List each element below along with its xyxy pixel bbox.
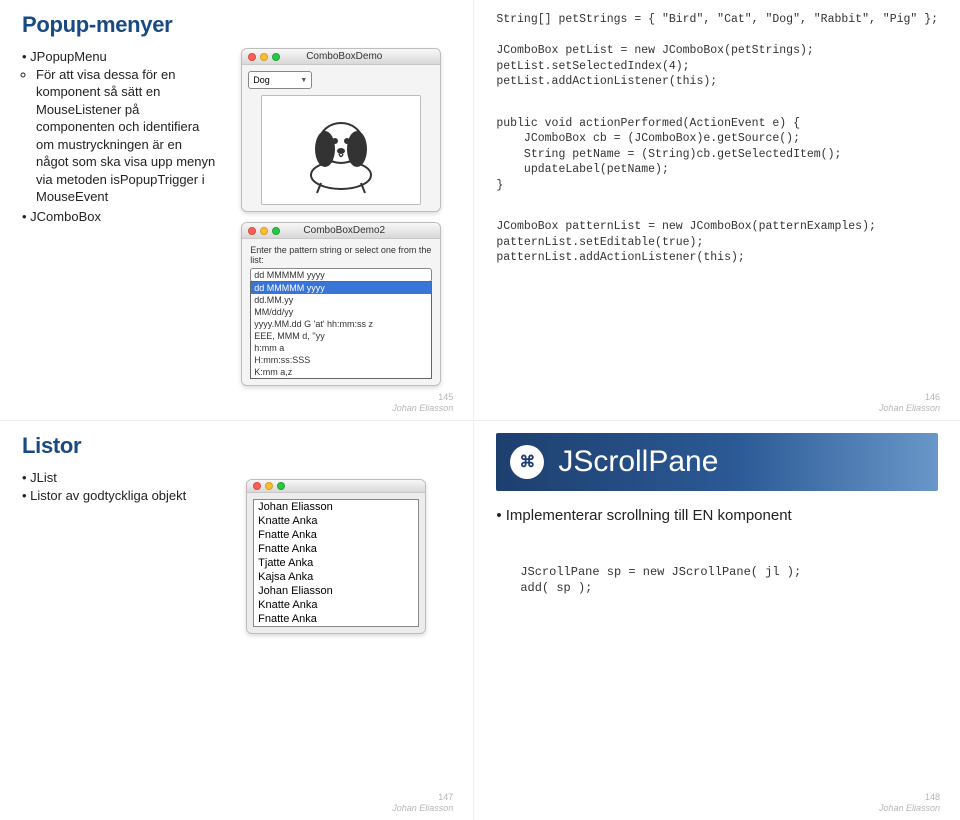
bullet: Implementerar scrollning till EN kompone… xyxy=(496,507,938,524)
pet-image xyxy=(261,95,421,205)
code-block-3: JComboBox patternList = new JComboBox(pa… xyxy=(496,219,938,266)
list-item[interactable]: Knatte Anka xyxy=(254,598,418,612)
dropdown-option[interactable]: dd.MM.yy xyxy=(251,294,431,306)
code-block-2: public void actionPerformed(ActionEvent … xyxy=(496,116,938,194)
slide-title: JScrollPane xyxy=(558,445,718,479)
zoom-icon[interactable] xyxy=(277,482,285,490)
list-item[interactable]: Kajsa Anka xyxy=(254,570,418,584)
slide-footer: 145 Johan Eliasson xyxy=(392,392,453,414)
window-titlebar: ComboBoxDemo xyxy=(242,49,440,65)
window-title: ComboBoxDemo2 xyxy=(284,225,434,236)
dropdown-option[interactable]: dd MMMMM yyyy xyxy=(251,282,431,294)
jlist[interactable]: Johan Eliasson Knatte Anka Fnatte Anka F… xyxy=(253,499,419,627)
pattern-dropdown[interactable]: dd MMMMM yyyy dd.MM.yy MM/dd/yy yyyy.MM.… xyxy=(250,281,432,379)
list-item[interactable]: Fnatte Anka xyxy=(254,528,418,542)
window-comboboxdemo2: ComboBoxDemo2 Enter the pattern string o… xyxy=(241,222,441,386)
page-number: 145 xyxy=(392,392,453,403)
bullet: JList xyxy=(22,469,203,487)
window-jlist: Johan Eliasson Knatte Anka Fnatte Anka F… xyxy=(246,479,426,634)
bullet: För att visa dessa för en komponent så s… xyxy=(36,66,217,206)
dropdown-option[interactable]: K:mm a,z xyxy=(251,366,431,378)
page-number: 146 xyxy=(879,392,940,403)
slide-footer: 146 Johan Eliasson xyxy=(879,392,940,414)
dropdown-option[interactable]: yyyy.MM.dd G 'at' hh:mm:ss z xyxy=(251,318,431,330)
close-icon[interactable] xyxy=(248,53,256,61)
dropdown-option[interactable]: MM/dd/yy xyxy=(251,306,431,318)
window-title: ComboBoxDemo xyxy=(284,51,434,62)
dropdown-option[interactable]: h:mm a xyxy=(251,342,431,354)
page-number: 148 xyxy=(879,792,940,803)
list-item[interactable]: Knatte Anka xyxy=(254,514,418,528)
dog-icon xyxy=(281,105,401,195)
list-item[interactable]: Johan Eliasson xyxy=(254,584,418,598)
minimize-icon[interactable] xyxy=(260,227,268,235)
pet-combobox[interactable]: Dog xyxy=(248,71,312,89)
bullet: Listor av godtyckliga objekt xyxy=(22,487,203,505)
minimize-icon[interactable] xyxy=(260,53,268,61)
prompt-label: Enter the pattern string or select one f… xyxy=(250,245,432,265)
window-comboboxdemo: ComboBoxDemo Dog xyxy=(241,48,441,212)
minimize-icon[interactable] xyxy=(265,482,273,490)
pattern-input[interactable]: dd MMMMM yyyy xyxy=(250,268,432,282)
page-number: 147 xyxy=(392,792,453,803)
zoom-icon[interactable] xyxy=(272,227,280,235)
slide-title: Popup-menyer xyxy=(22,12,451,38)
author-name: Johan Eliasson xyxy=(392,403,453,414)
title-banner: ⌘ JScrollPane xyxy=(496,433,938,491)
author-name: Johan Eliasson xyxy=(879,803,940,814)
bullet-list: JPopupMenu För att visa dessa för en kom… xyxy=(22,48,217,225)
list-item[interactable]: Fnatte Anka xyxy=(254,542,418,556)
umu-logo-icon: ⌘ xyxy=(510,445,544,479)
zoom-icon[interactable] xyxy=(272,53,280,61)
code-block-1: String[] petStrings = { "Bird", "Cat", "… xyxy=(496,12,938,90)
slide-148: ⌘ JScrollPane Implementerar scrollning t… xyxy=(474,421,960,820)
bullet-list: JList Listor av godtyckliga objekt xyxy=(22,469,203,504)
dropdown-option[interactable]: EEE, MMM d, ''yy xyxy=(251,330,431,342)
dropdown-option[interactable]: H:mm:ss:SSS xyxy=(251,354,431,366)
slide-147: Listor JList Listor av godtyckliga objek… xyxy=(0,421,474,820)
slide-146: String[] petStrings = { "Bird", "Cat", "… xyxy=(474,0,960,421)
list-item[interactable]: Tjatte Anka xyxy=(254,556,418,570)
author-name: Johan Eliasson xyxy=(879,403,940,414)
slide-145: Popup-menyer JPopupMenu För att visa des… xyxy=(0,0,474,421)
slide-footer: 147 Johan Eliasson xyxy=(392,792,453,814)
list-item[interactable]: Johan Eliasson xyxy=(254,500,418,514)
slide-title: Listor xyxy=(22,433,451,459)
close-icon[interactable] xyxy=(253,482,261,490)
code-block: JScrollPane sp = new JScrollPane( jl ); … xyxy=(496,564,938,596)
bullet: JPopupMenu xyxy=(22,48,217,66)
window-titlebar: ComboBoxDemo2 xyxy=(242,223,440,239)
window-titlebar xyxy=(247,480,425,493)
author-name: Johan Eliasson xyxy=(392,803,453,814)
bullet: JComboBox xyxy=(22,208,217,226)
list-item[interactable]: Fnatte Anka xyxy=(254,612,418,626)
combobox-value: Dog xyxy=(253,75,270,85)
slide-footer: 148 Johan Eliasson xyxy=(879,792,940,814)
close-icon[interactable] xyxy=(248,227,256,235)
